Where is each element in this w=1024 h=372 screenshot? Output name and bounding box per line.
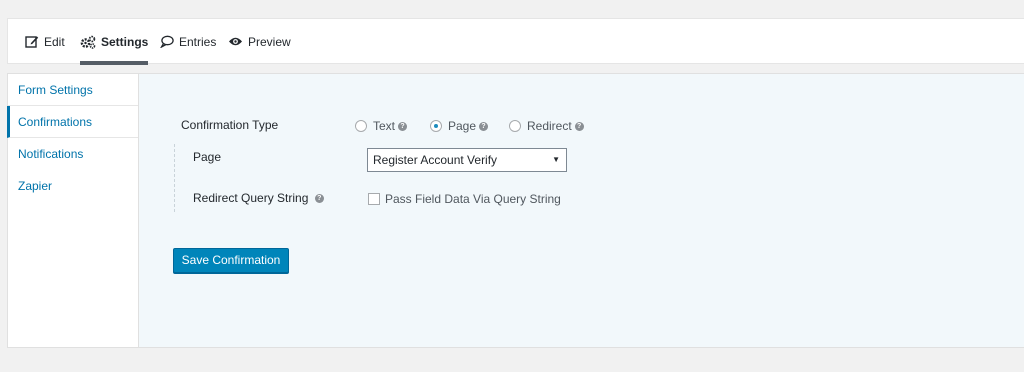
help-icon[interactable]: ? <box>479 121 489 131</box>
sidebar-item-zapier[interactable]: Zapier <box>8 170 138 202</box>
sidebar-item-label: Zapier <box>18 179 53 193</box>
pass-field-checkbox[interactable]: Pass Field Data Via Query String <box>368 192 561 206</box>
indent-divider <box>174 144 175 212</box>
radio-redirect-label: Redirect <box>527 119 572 133</box>
page-select[interactable]: Register Account Verify ▼ <box>367 148 567 172</box>
tab-edit[interactable]: Edit <box>25 19 65 64</box>
page-select-value: Register Account Verify <box>373 153 498 167</box>
radio-button[interactable] <box>430 120 442 132</box>
sidebar-item-label: Form Settings <box>18 83 93 97</box>
radio-text-label: Text <box>373 119 396 133</box>
top-tab-bar: Edit Settings Entries Preview <box>7 18 1024 65</box>
help-icon[interactable]: ? <box>574 121 584 131</box>
radio-button[interactable] <box>509 120 521 132</box>
help-icon[interactable]: ? <box>398 121 408 131</box>
radio-text[interactable]: Text ? <box>355 119 408 133</box>
tab-entries-label: Entries <box>179 34 217 49</box>
edit-icon <box>25 35 39 48</box>
caret-down-icon: ▼ <box>552 155 560 164</box>
radio-page-label: Page <box>448 119 477 133</box>
sidebar-item-form-settings[interactable]: Form Settings <box>8 74 138 106</box>
speech-bubble-icon <box>160 35 174 48</box>
sidebar-item-notifications[interactable]: Notifications <box>8 138 138 170</box>
tab-settings-label: Settings <box>101 34 149 49</box>
sidebar-item-confirmations[interactable]: Confirmations <box>7 106 138 138</box>
sidebar-item-label: Notifications <box>18 147 84 161</box>
tab-preview[interactable]: Preview <box>228 19 291 64</box>
save-confirmation-button[interactable]: Save Confirmation <box>173 248 289 273</box>
settings-panel: Form Settings Confirmations Notification… <box>7 73 1024 348</box>
redirect-query-text: Redirect Query String <box>193 191 309 205</box>
tab-settings[interactable]: Settings <box>80 19 149 65</box>
gears-icon <box>80 35 96 49</box>
confirmation-content <box>139 74 1024 347</box>
settings-sidebar: Form Settings Confirmations Notification… <box>7 74 139 347</box>
eye-icon <box>228 36 243 47</box>
pass-field-label: Pass Field Data Via Query String <box>385 192 561 206</box>
tab-preview-label: Preview <box>248 34 291 49</box>
tab-entries[interactable]: Entries <box>160 19 216 64</box>
redirect-query-label: Redirect Query String ? <box>193 191 324 205</box>
radio-redirect[interactable]: Redirect ? <box>509 119 584 133</box>
radio-page[interactable]: Page ? <box>430 119 489 133</box>
checkbox[interactable] <box>368 193 380 205</box>
radio-button[interactable] <box>355 120 367 132</box>
sidebar-item-label: Confirmations <box>18 115 93 129</box>
page-label: Page <box>193 150 222 164</box>
confirmation-type-label: Confirmation Type <box>181 118 279 132</box>
tab-edit-label: Edit <box>44 34 65 49</box>
help-icon[interactable]: ? <box>314 194 324 204</box>
